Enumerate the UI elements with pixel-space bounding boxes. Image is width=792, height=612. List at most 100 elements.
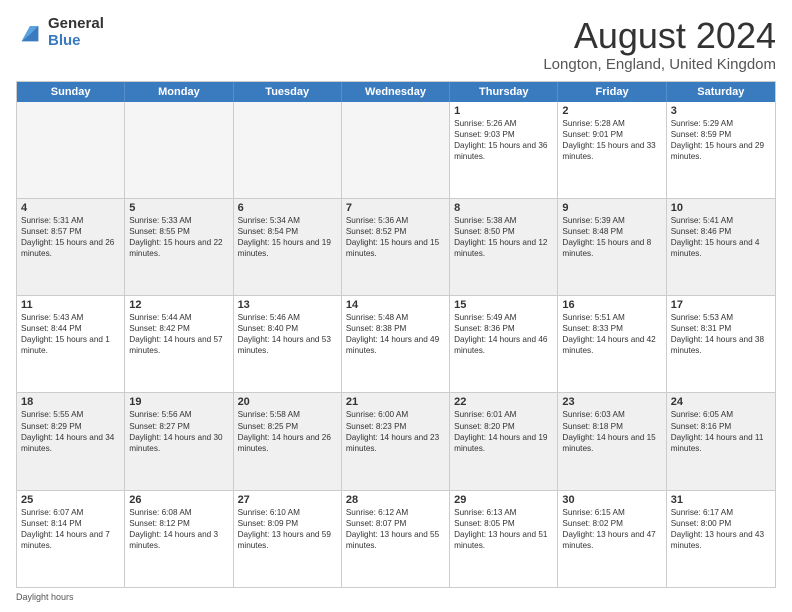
calendar-cell: 6Sunrise: 5:34 AM Sunset: 8:54 PM Daylig… [234, 199, 342, 295]
day-of-week-header: Saturday [667, 82, 775, 102]
day-of-week-header: Friday [558, 82, 666, 102]
cell-info: Sunrise: 5:55 AM Sunset: 8:29 PM Dayligh… [21, 409, 120, 453]
cell-info: Sunrise: 6:07 AM Sunset: 8:14 PM Dayligh… [21, 507, 120, 551]
calendar-cell: 5Sunrise: 5:33 AM Sunset: 8:55 PM Daylig… [125, 199, 233, 295]
calendar-cell: 24Sunrise: 6:05 AM Sunset: 8:16 PM Dayli… [667, 393, 775, 489]
day-number: 14 [346, 299, 445, 311]
subtitle: Longton, England, United Kingdom [543, 56, 776, 73]
calendar-cell: 14Sunrise: 5:48 AM Sunset: 8:38 PM Dayli… [342, 296, 450, 392]
calendar-cell: 9Sunrise: 5:39 AM Sunset: 8:48 PM Daylig… [558, 199, 666, 295]
cell-info: Sunrise: 5:26 AM Sunset: 9:03 PM Dayligh… [454, 118, 553, 162]
cell-info: Sunrise: 5:48 AM Sunset: 8:38 PM Dayligh… [346, 312, 445, 356]
cell-info: Sunrise: 5:56 AM Sunset: 8:27 PM Dayligh… [129, 409, 228, 453]
day-number: 13 [238, 299, 337, 311]
cell-info: Sunrise: 5:38 AM Sunset: 8:50 PM Dayligh… [454, 215, 553, 259]
day-number: 8 [454, 202, 553, 214]
page: General Blue August 2024 Longton, Englan… [0, 0, 792, 612]
calendar-cell: 4Sunrise: 5:31 AM Sunset: 8:57 PM Daylig… [17, 199, 125, 295]
cell-info: Sunrise: 5:28 AM Sunset: 9:01 PM Dayligh… [562, 118, 661, 162]
logo-general: General [48, 16, 104, 33]
cell-info: Sunrise: 5:34 AM Sunset: 8:54 PM Dayligh… [238, 215, 337, 259]
day-of-week-header: Wednesday [342, 82, 450, 102]
day-number: 28 [346, 494, 445, 506]
calendar-row: 4Sunrise: 5:31 AM Sunset: 8:57 PM Daylig… [17, 199, 775, 296]
logo-icon [16, 19, 44, 47]
cell-info: Sunrise: 5:58 AM Sunset: 8:25 PM Dayligh… [238, 409, 337, 453]
calendar-cell: 2Sunrise: 5:28 AM Sunset: 9:01 PM Daylig… [558, 102, 666, 198]
calendar-cell: 21Sunrise: 6:00 AM Sunset: 8:23 PM Dayli… [342, 393, 450, 489]
day-number: 31 [671, 494, 771, 506]
calendar-cell [17, 102, 125, 198]
cell-info: Sunrise: 6:03 AM Sunset: 8:18 PM Dayligh… [562, 409, 661, 453]
cell-info: Sunrise: 5:43 AM Sunset: 8:44 PM Dayligh… [21, 312, 120, 356]
day-number: 3 [671, 105, 771, 117]
calendar-row: 18Sunrise: 5:55 AM Sunset: 8:29 PM Dayli… [17, 393, 775, 490]
cell-info: Sunrise: 6:01 AM Sunset: 8:20 PM Dayligh… [454, 409, 553, 453]
day-number: 30 [562, 494, 661, 506]
calendar-cell: 11Sunrise: 5:43 AM Sunset: 8:44 PM Dayli… [17, 296, 125, 392]
calendar-cell: 16Sunrise: 5:51 AM Sunset: 8:33 PM Dayli… [558, 296, 666, 392]
calendar-cell: 8Sunrise: 5:38 AM Sunset: 8:50 PM Daylig… [450, 199, 558, 295]
calendar-cell [125, 102, 233, 198]
calendar-row: 25Sunrise: 6:07 AM Sunset: 8:14 PM Dayli… [17, 491, 775, 587]
logo: General Blue [16, 16, 104, 49]
day-number: 5 [129, 202, 228, 214]
day-number: 16 [562, 299, 661, 311]
logo-text: General Blue [48, 16, 104, 49]
header: General Blue August 2024 Longton, Englan… [16, 16, 776, 73]
day-number: 4 [21, 202, 120, 214]
day-number: 1 [454, 105, 553, 117]
calendar-cell: 7Sunrise: 5:36 AM Sunset: 8:52 PM Daylig… [342, 199, 450, 295]
calendar-cell: 20Sunrise: 5:58 AM Sunset: 8:25 PM Dayli… [234, 393, 342, 489]
day-number: 26 [129, 494, 228, 506]
day-number: 22 [454, 396, 553, 408]
logo-blue: Blue [48, 33, 104, 50]
cell-info: Sunrise: 5:41 AM Sunset: 8:46 PM Dayligh… [671, 215, 771, 259]
calendar-cell: 18Sunrise: 5:55 AM Sunset: 8:29 PM Dayli… [17, 393, 125, 489]
cell-info: Sunrise: 6:10 AM Sunset: 8:09 PM Dayligh… [238, 507, 337, 551]
calendar: SundayMondayTuesdayWednesdayThursdayFrid… [16, 81, 776, 588]
calendar-cell: 30Sunrise: 6:15 AM Sunset: 8:02 PM Dayli… [558, 491, 666, 587]
day-number: 7 [346, 202, 445, 214]
day-number: 17 [671, 299, 771, 311]
calendar-cell: 26Sunrise: 6:08 AM Sunset: 8:12 PM Dayli… [125, 491, 233, 587]
calendar-cell: 28Sunrise: 6:12 AM Sunset: 8:07 PM Dayli… [342, 491, 450, 587]
cell-info: Sunrise: 5:31 AM Sunset: 8:57 PM Dayligh… [21, 215, 120, 259]
day-number: 19 [129, 396, 228, 408]
calendar-cell [234, 102, 342, 198]
cell-info: Sunrise: 6:17 AM Sunset: 8:00 PM Dayligh… [671, 507, 771, 551]
title-block: August 2024 Longton, England, United Kin… [543, 16, 776, 73]
calendar-cell: 3Sunrise: 5:29 AM Sunset: 8:59 PM Daylig… [667, 102, 775, 198]
calendar-cell [342, 102, 450, 198]
cell-info: Sunrise: 6:12 AM Sunset: 8:07 PM Dayligh… [346, 507, 445, 551]
day-number: 27 [238, 494, 337, 506]
day-of-week-header: Sunday [17, 82, 125, 102]
day-number: 24 [671, 396, 771, 408]
calendar-cell: 31Sunrise: 6:17 AM Sunset: 8:00 PM Dayli… [667, 491, 775, 587]
calendar-body: 1Sunrise: 5:26 AM Sunset: 9:03 PM Daylig… [17, 102, 775, 587]
footer: Daylight hours [16, 592, 776, 602]
cell-info: Sunrise: 5:51 AM Sunset: 8:33 PM Dayligh… [562, 312, 661, 356]
cell-info: Sunrise: 6:08 AM Sunset: 8:12 PM Dayligh… [129, 507, 228, 551]
cell-info: Sunrise: 5:53 AM Sunset: 8:31 PM Dayligh… [671, 312, 771, 356]
day-number: 29 [454, 494, 553, 506]
cell-info: Sunrise: 5:39 AM Sunset: 8:48 PM Dayligh… [562, 215, 661, 259]
calendar-cell: 22Sunrise: 6:01 AM Sunset: 8:20 PM Dayli… [450, 393, 558, 489]
day-number: 23 [562, 396, 661, 408]
cell-info: Sunrise: 5:33 AM Sunset: 8:55 PM Dayligh… [129, 215, 228, 259]
calendar-cell: 27Sunrise: 6:10 AM Sunset: 8:09 PM Dayli… [234, 491, 342, 587]
calendar-row: 11Sunrise: 5:43 AM Sunset: 8:44 PM Dayli… [17, 296, 775, 393]
day-number: 9 [562, 202, 661, 214]
cell-info: Sunrise: 5:49 AM Sunset: 8:36 PM Dayligh… [454, 312, 553, 356]
calendar-cell: 15Sunrise: 5:49 AM Sunset: 8:36 PM Dayli… [450, 296, 558, 392]
cell-info: Sunrise: 5:46 AM Sunset: 8:40 PM Dayligh… [238, 312, 337, 356]
day-number: 6 [238, 202, 337, 214]
day-number: 25 [21, 494, 120, 506]
calendar-row: 1Sunrise: 5:26 AM Sunset: 9:03 PM Daylig… [17, 102, 775, 199]
main-title: August 2024 [543, 16, 776, 56]
day-number: 15 [454, 299, 553, 311]
calendar-cell: 23Sunrise: 6:03 AM Sunset: 8:18 PM Dayli… [558, 393, 666, 489]
cell-info: Sunrise: 5:36 AM Sunset: 8:52 PM Dayligh… [346, 215, 445, 259]
day-of-week-header: Monday [125, 82, 233, 102]
calendar-cell: 10Sunrise: 5:41 AM Sunset: 8:46 PM Dayli… [667, 199, 775, 295]
